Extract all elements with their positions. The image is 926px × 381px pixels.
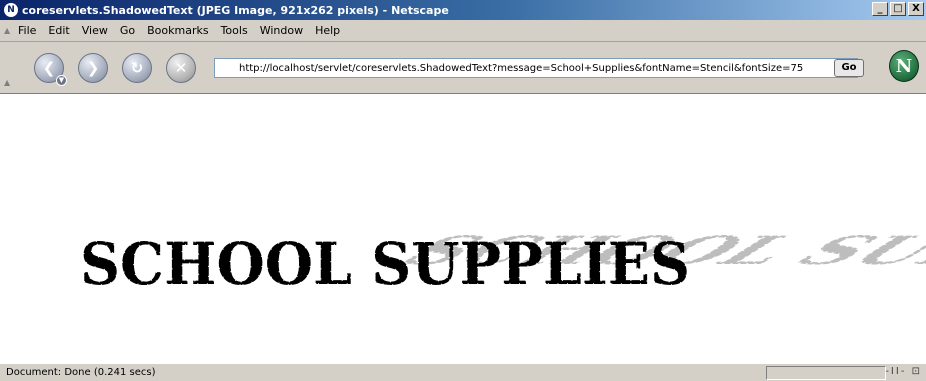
back-arrow-icon: ❮ [42, 59, 56, 77]
menu-window[interactable]: Window [254, 24, 309, 37]
netscape-logo[interactable]: N [889, 50, 919, 82]
forward-button[interactable]: ❯ [78, 53, 108, 83]
status-text: Document: Done (0.241 secs) [6, 367, 156, 378]
shadowed-text-image: SCHOOL SUPPLIES SCHOOL SUPPLIES [79, 226, 926, 299]
go-button[interactable]: Go [834, 59, 864, 77]
main-text: SCHOOL SUPPLIES [80, 230, 690, 298]
forward-arrow-icon: ❯ [86, 59, 100, 77]
menu-edit[interactable]: Edit [42, 24, 75, 37]
menu-view[interactable]: View [76, 24, 114, 37]
status-progress-panel [766, 365, 886, 380]
stop-icon: ✕ [174, 59, 188, 77]
navbar-grip-icon[interactable]: ▲ [4, 78, 12, 87]
back-dropdown-icon[interactable]: ▼ [56, 75, 67, 86]
menu-bar: ▲ File Edit View Go Bookmarks Tools Wind… [0, 20, 926, 42]
minimize-button[interactable]: _ [872, 2, 888, 16]
menu-go[interactable]: Go [114, 24, 141, 37]
maximize-button[interactable]: □ [890, 2, 906, 16]
url-bar[interactable]: http://localhost/servlet/coreservlets.Sh… [214, 58, 858, 78]
menu-tools[interactable]: Tools [215, 24, 254, 37]
status-bar: Document: Done (0.241 secs) -II- ⊡ [0, 363, 926, 381]
stop-button[interactable]: ✕ [166, 53, 196, 83]
menu-file[interactable]: File [12, 24, 42, 37]
toolbar-grip-icon[interactable]: ▲ [4, 26, 12, 35]
title-bar: N coreservlets.ShadowedText (JPEG Image,… [0, 0, 926, 20]
reload-button[interactable]: ↻ [122, 53, 152, 83]
status-connection-icon: -II- ⊡ [885, 366, 922, 377]
url-input[interactable]: http://localhost/servlet/coreservlets.Sh… [215, 63, 840, 74]
reload-icon: ↻ [130, 59, 144, 77]
page-content: SCHOOL SUPPLIES SCHOOL SUPPLIES [0, 94, 926, 363]
window-title: coreservlets.ShadowedText (JPEG Image, 9… [22, 3, 449, 17]
netscape-icon: N [4, 3, 18, 17]
navigation-toolbar: ▲ ❮ ▼ ❯ ↻ ✕ http://localhost/servlet/cor… [0, 42, 926, 94]
window-controls: _ □ X [872, 2, 924, 16]
menu-help[interactable]: Help [309, 24, 346, 37]
close-button[interactable]: X [908, 2, 924, 16]
menu-bookmarks[interactable]: Bookmarks [141, 24, 214, 37]
